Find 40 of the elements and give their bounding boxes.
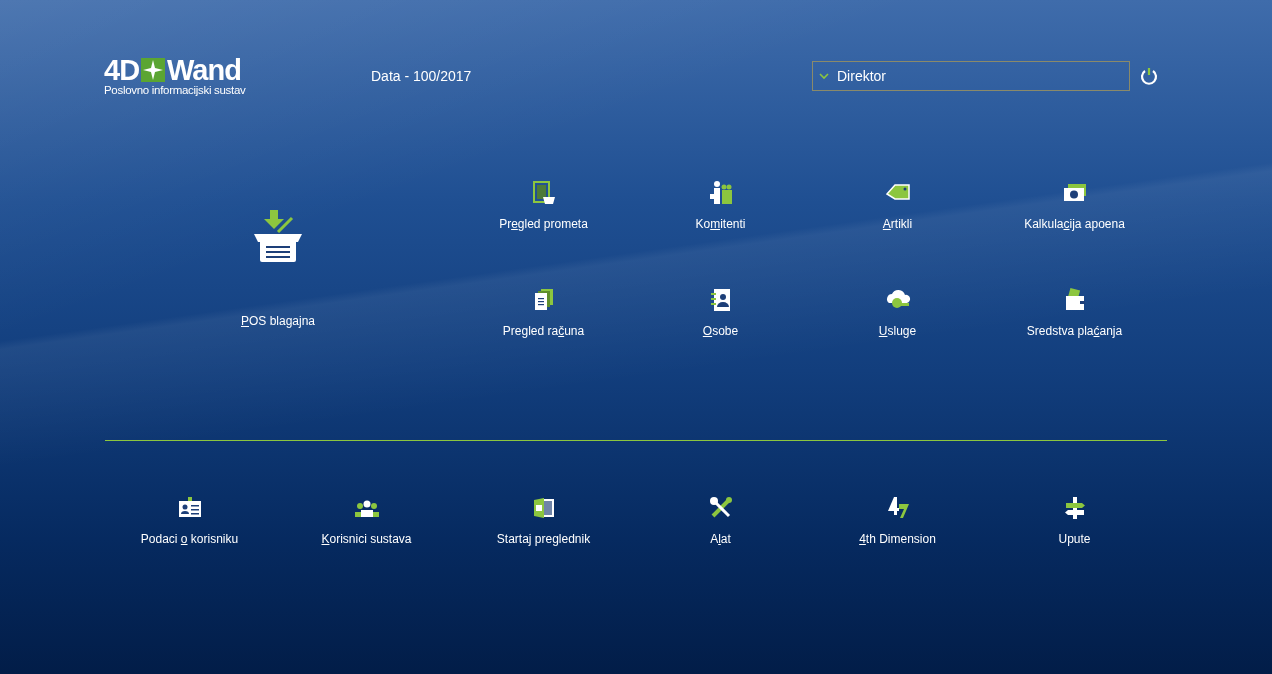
module-button[interactable]: Kalkulacija apoena xyxy=(986,176,1163,283)
star-icon xyxy=(141,58,166,82)
item-label: Podaci o korisniku xyxy=(140,532,239,546)
user-dropdown[interactable]: Direktor xyxy=(812,61,1130,91)
logo-text: Wand xyxy=(167,56,241,84)
item-label: Usluge xyxy=(878,324,917,338)
tool-button[interactable]: 4th Dimension xyxy=(809,491,986,546)
item-label: Sredstva plaćanja xyxy=(1026,324,1123,338)
tool-button[interactable]: Korisnici sustava xyxy=(278,491,455,546)
tool-button[interactable]: Alat xyxy=(632,491,809,546)
module-button[interactable]: Osobe xyxy=(632,283,809,390)
power-icon[interactable] xyxy=(1140,67,1158,85)
module-button[interactable]: Komitenti xyxy=(632,176,809,283)
people-icon xyxy=(707,180,734,206)
item-label: Artikli xyxy=(882,217,913,231)
item-label: Pregled računa xyxy=(502,324,585,338)
document-icon xyxy=(530,180,557,206)
module-button[interactable]: POS blagajna xyxy=(101,176,455,390)
item-label: Alat xyxy=(710,532,731,546)
item-label: Startaj preglednik xyxy=(496,532,591,546)
tool-button[interactable]: Podaci o korisniku xyxy=(101,491,278,546)
module-button[interactable]: Usluge xyxy=(809,283,986,390)
item-label: Kalkulacija apoena xyxy=(1024,217,1125,231)
chevron-down-icon xyxy=(819,72,829,80)
module-button[interactable]: Pregled računa xyxy=(455,283,632,390)
item-label: Pregled prometa xyxy=(499,217,588,231)
item-label: Upute xyxy=(1058,532,1091,546)
item-label: POS blagajna xyxy=(240,314,316,328)
module-button[interactable]: Pregled prometa xyxy=(455,176,632,283)
logo-text: 4D xyxy=(104,56,140,84)
module-button[interactable]: Sredstva plaćanja xyxy=(986,283,1163,390)
module-button[interactable]: Artikli xyxy=(809,176,986,283)
logo-tagline: Poslovno informacijski sustav xyxy=(104,84,247,96)
database-name: Data - 100/2017 xyxy=(371,68,473,84)
item-label: Korisnici sustava xyxy=(321,532,412,546)
item-label: Osobe xyxy=(702,324,739,338)
item-label: 4th Dimension xyxy=(859,532,936,546)
item-label: Komitenti xyxy=(695,217,746,231)
tool-button[interactable]: Startaj preglednik xyxy=(455,491,632,546)
tool-button[interactable]: Upute xyxy=(986,491,1163,546)
